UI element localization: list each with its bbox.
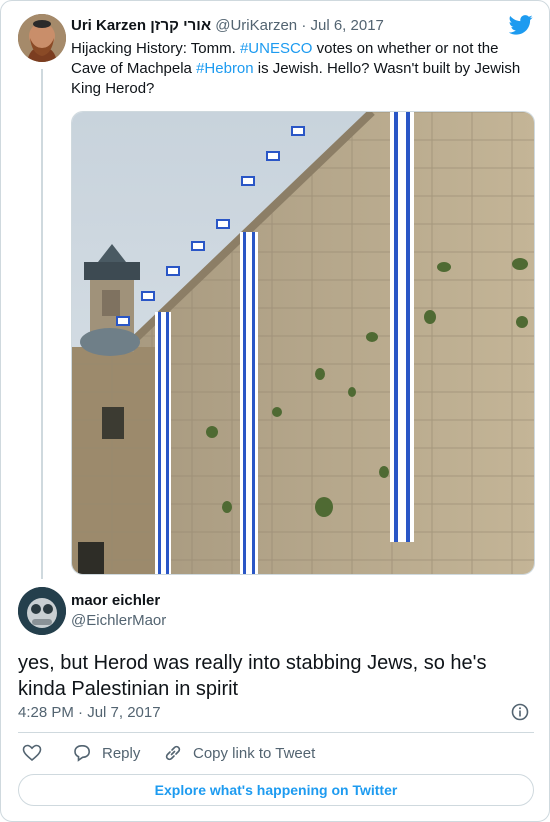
- divider: [18, 732, 534, 733]
- explore-twitter-button[interactable]: Explore what's happening on Twitter: [18, 774, 534, 806]
- author-handle[interactable]: @UriKarzen: [215, 17, 297, 34]
- reply-timestamp[interactable]: 4:28 PM · Jul 7, 2017: [18, 704, 161, 721]
- info-icon[interactable]: [511, 703, 529, 721]
- copy-link-label: Copy link to Tweet: [193, 744, 316, 762]
- author-name[interactable]: Uri Karzen אורי קרזן: [71, 17, 211, 34]
- reply-label: Reply: [102, 744, 141, 762]
- hashtag-hebron[interactable]: #Hebron: [196, 60, 254, 77]
- avatar-maor-eichler[interactable]: [18, 587, 66, 635]
- twitter-bird-icon[interactable]: [508, 15, 533, 35]
- like-button[interactable]: [22, 743, 42, 763]
- link-icon: [165, 745, 181, 761]
- copy-link-button[interactable]: Copy link to Tweet: [163, 743, 315, 763]
- tweet-text-part: Hijacking History: Tomm.: [71, 40, 240, 57]
- tweet-date[interactable]: Jul 6, 2017: [311, 17, 384, 34]
- reply-author-handle[interactable]: @EichlerMaor: [71, 612, 166, 629]
- embedded-tweet-card: Uri Karzen אורי קרזן @UriKarzen · Jul 6,…: [0, 0, 550, 822]
- reply-text: yes, but Herod was really into stabbing …: [18, 652, 487, 700]
- reply-bubble-icon: [74, 745, 91, 762]
- heart-icon: [22, 744, 42, 762]
- avatar-uri-karzen[interactable]: [18, 14, 66, 62]
- reply-author-name[interactable]: maor eichler: [71, 592, 160, 609]
- hashtag-unesco[interactable]: #UNESCO: [240, 40, 313, 57]
- tweet-header: Uri Karzen אורי קרזן @UriKarzen · Jul 6,…: [71, 16, 384, 36]
- tweet-photo[interactable]: [71, 111, 535, 575]
- reply-button[interactable]: Reply: [72, 743, 140, 763]
- dot-separator: ·: [297, 17, 311, 34]
- thread-connector-line: [41, 69, 43, 579]
- tweet-text: Hijacking History: Tomm. #UNESCO votes o…: [71, 39, 531, 99]
